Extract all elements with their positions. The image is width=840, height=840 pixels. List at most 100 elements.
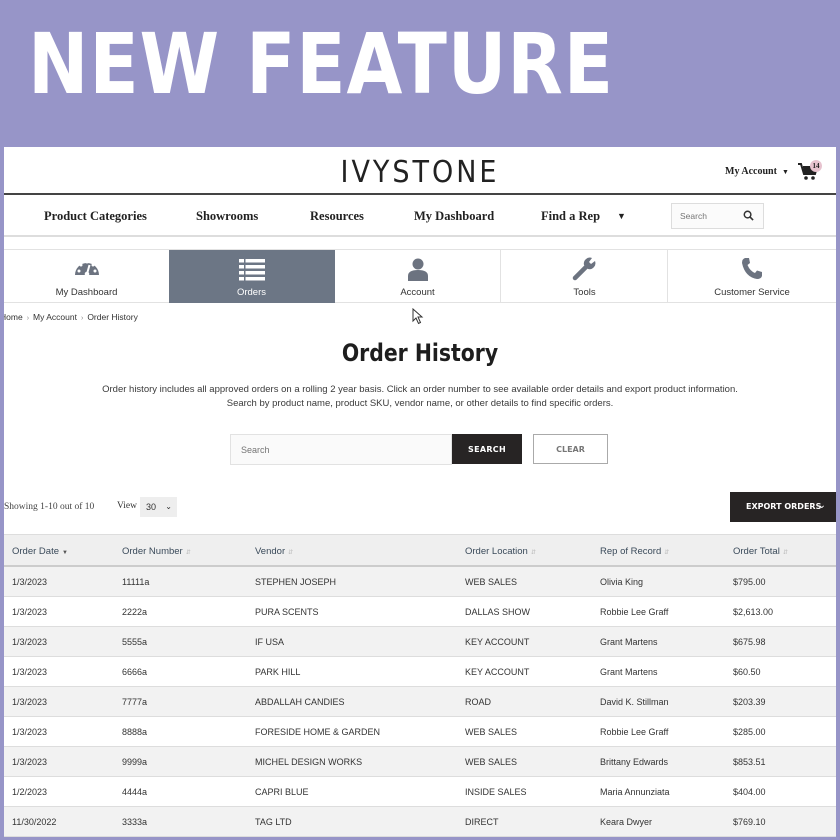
breadcrumb-home[interactable]: Home [4,312,23,322]
order-search-row: SEARCH CLEAR [4,434,836,465]
cell-order-total: $203.39 [733,697,766,707]
column-header-vendor[interactable]: Vendor ⇵ [255,546,293,557]
view-label: View [117,501,138,511]
column-header-rep-of-record[interactable]: Rep of Record ⇵ [600,546,669,557]
cell-rep-of-record: Grant Martens [600,637,658,647]
dashboard-gauge-icon [74,260,99,277]
order-search-input[interactable] [230,434,452,465]
cell-order-total: $404.00 [733,787,766,797]
nav-my-dashboard[interactable]: My Dashboard [414,209,494,224]
table-header: Order Date ▼ Order Number ⇵ Vendor ⇵ Order … [4,534,836,567]
cell-order-date: 1/3/2023 [12,757,48,767]
search-icon[interactable] [743,210,754,221]
cell-order-number-link[interactable]: 2222a [122,607,147,617]
cell-order-total: $285.00 [733,727,766,737]
search-button[interactable]: SEARCH [452,434,522,464]
cell-vendor: STEPHEN JOSEPH [255,577,337,587]
view-per-page-select[interactable]: 30 ⌄ [140,497,177,517]
cell-order-number-link[interactable]: 9999a [122,757,147,767]
tab-my-dashboard[interactable]: My Dashboard [4,250,170,303]
cell-rep-of-record: Grant Martens [600,667,658,677]
tab-label: Tools [573,287,596,298]
cell-rep-of-record: Maria Annunziata [600,787,670,797]
description-line: Search by product name, product SKU, ven… [226,398,614,409]
table-row: 1/3/2023 9999a MICHEL DESIGN WORKS WEB SALE… [4,747,836,777]
cell-order-total: $795.00 [733,577,766,587]
nav-resources[interactable]: Resources [310,209,364,224]
tab-tools[interactable]: Tools [502,250,668,303]
cell-vendor: TAG LTD [255,817,292,827]
breadcrumb-separator: › [80,315,84,322]
table-row: 1/3/2023 8888a FORESIDE HOME & GARDEN WEB S… [4,717,836,747]
cell-order-total: $60.50 [733,667,761,677]
cell-order-date: 1/3/2023 [12,637,48,647]
cart-count-badge: 14 [810,160,822,172]
cell-order-date: 1/3/2023 [12,577,48,587]
cell-order-number-link[interactable]: 7777a [122,697,147,707]
tab-account[interactable]: Account [335,250,501,303]
table-row: 1/3/2023 2222a PURA SCENTS DALLAS SHOW Robbi… [4,597,836,627]
site-logo[interactable]: IVYSTONE [4,155,836,190]
caret-down-icon[interactable]: ▼ [617,211,626,221]
table-row: 1/3/2023 6666a PARK HILL KEY ACCOUNT Grant M… [4,657,836,687]
sort-icon: ⇵ [782,550,788,556]
mouse-cursor-icon [412,308,424,325]
table-row: 1/3/2023 7777a ABDALLAH CANDIES ROAD David K… [4,687,836,717]
column-label: Order Number [122,546,183,557]
cell-rep-of-record: Keara Dwyer [600,817,653,827]
column-header-order-date[interactable]: Order Date ▼ [12,546,68,557]
nav-find-a-rep[interactable]: Find a Rep [541,209,600,224]
sort-icon: ⇵ [664,550,670,556]
banner: NEW FEATURE [0,0,840,146]
column-header-order-total[interactable]: Order Total ⇵ [733,546,788,557]
main-nav: Product Categories Showrooms Resources M… [4,197,836,237]
caret-down-icon: ▼ [781,168,789,176]
export-orders-button[interactable]: EXPORT ORDERS ⌄ [730,492,836,522]
clear-button[interactable]: CLEAR [533,434,608,464]
breadcrumb: Home›My Account›Order History [4,312,138,322]
cell-vendor: CAPRI BLUE [255,787,309,797]
cell-order-date: 1/3/2023 [12,607,48,617]
cell-vendor: PURA SCENTS [255,607,319,617]
breadcrumb-my-account[interactable]: My Account [33,312,77,322]
description-line: Order history includes all approved orde… [102,384,738,395]
page-title: Order History [341,339,499,367]
column-header-order-number[interactable]: Order Number ⇵ [122,546,191,557]
cell-order-number-link[interactable]: 5555a [122,637,147,647]
cell-order-location: KEY ACCOUNT [465,637,530,647]
cell-order-number-link[interactable]: 3333a [122,817,147,827]
tab-label: Orders [236,287,267,298]
chevron-down-icon: ⌄ [165,502,172,511]
column-label: Order Location [465,546,528,557]
cell-order-date: 1/3/2023 [12,727,48,737]
tab-orders[interactable]: Orders [169,250,335,303]
orders-table: Order Date ▼ Order Number ⇵ Vendor ⇵ Order … [4,534,836,837]
breadcrumb-order-history: Order History [87,312,138,322]
tab-label: Account [400,287,435,298]
tab-label: Customer Service [714,287,790,298]
cell-rep-of-record: Olivia King [600,577,644,587]
cell-rep-of-record: David K. Stillman [600,697,669,707]
sort-icon: ⇵ [288,550,294,556]
nav-showrooms[interactable]: Showrooms [196,209,258,224]
cell-order-location: DALLAS SHOW [465,607,531,617]
site-header: IVYSTONE My Account ▼ 14 [4,147,836,195]
cell-order-date: 1/3/2023 [12,697,48,707]
cell-order-number-link[interactable]: 8888a [122,727,147,737]
my-account-menu[interactable]: My Account ▼ [725,166,789,177]
cell-rep-of-record: Robbie Lee Graff [600,607,669,617]
cell-vendor: ABDALLAH CANDIES [255,697,345,707]
cell-order-number-link[interactable]: 4444a [122,787,147,797]
cell-order-number-link[interactable]: 11111a [122,577,149,587]
cell-order-location: INSIDE SALES [465,787,527,797]
tab-customer-service[interactable]: Customer Service [668,250,836,303]
table-row: 11/30/2022 3333a TAG LTD DIRECT Keara Dwyer $… [4,807,836,837]
cell-order-location: KEY ACCOUNT [465,667,530,677]
cell-order-date: 1/2/2023 [12,787,48,797]
cell-order-total: $675.98 [733,637,766,647]
cell-order-number-link[interactable]: 6666a [122,667,147,677]
nav-search-input[interactable] [672,204,742,228]
column-header-order-location[interactable]: Order Location ⇵ [465,546,536,557]
banner-title: NEW FEATURE [28,15,615,113]
nav-product-categories[interactable]: Product Categories [44,209,147,224]
